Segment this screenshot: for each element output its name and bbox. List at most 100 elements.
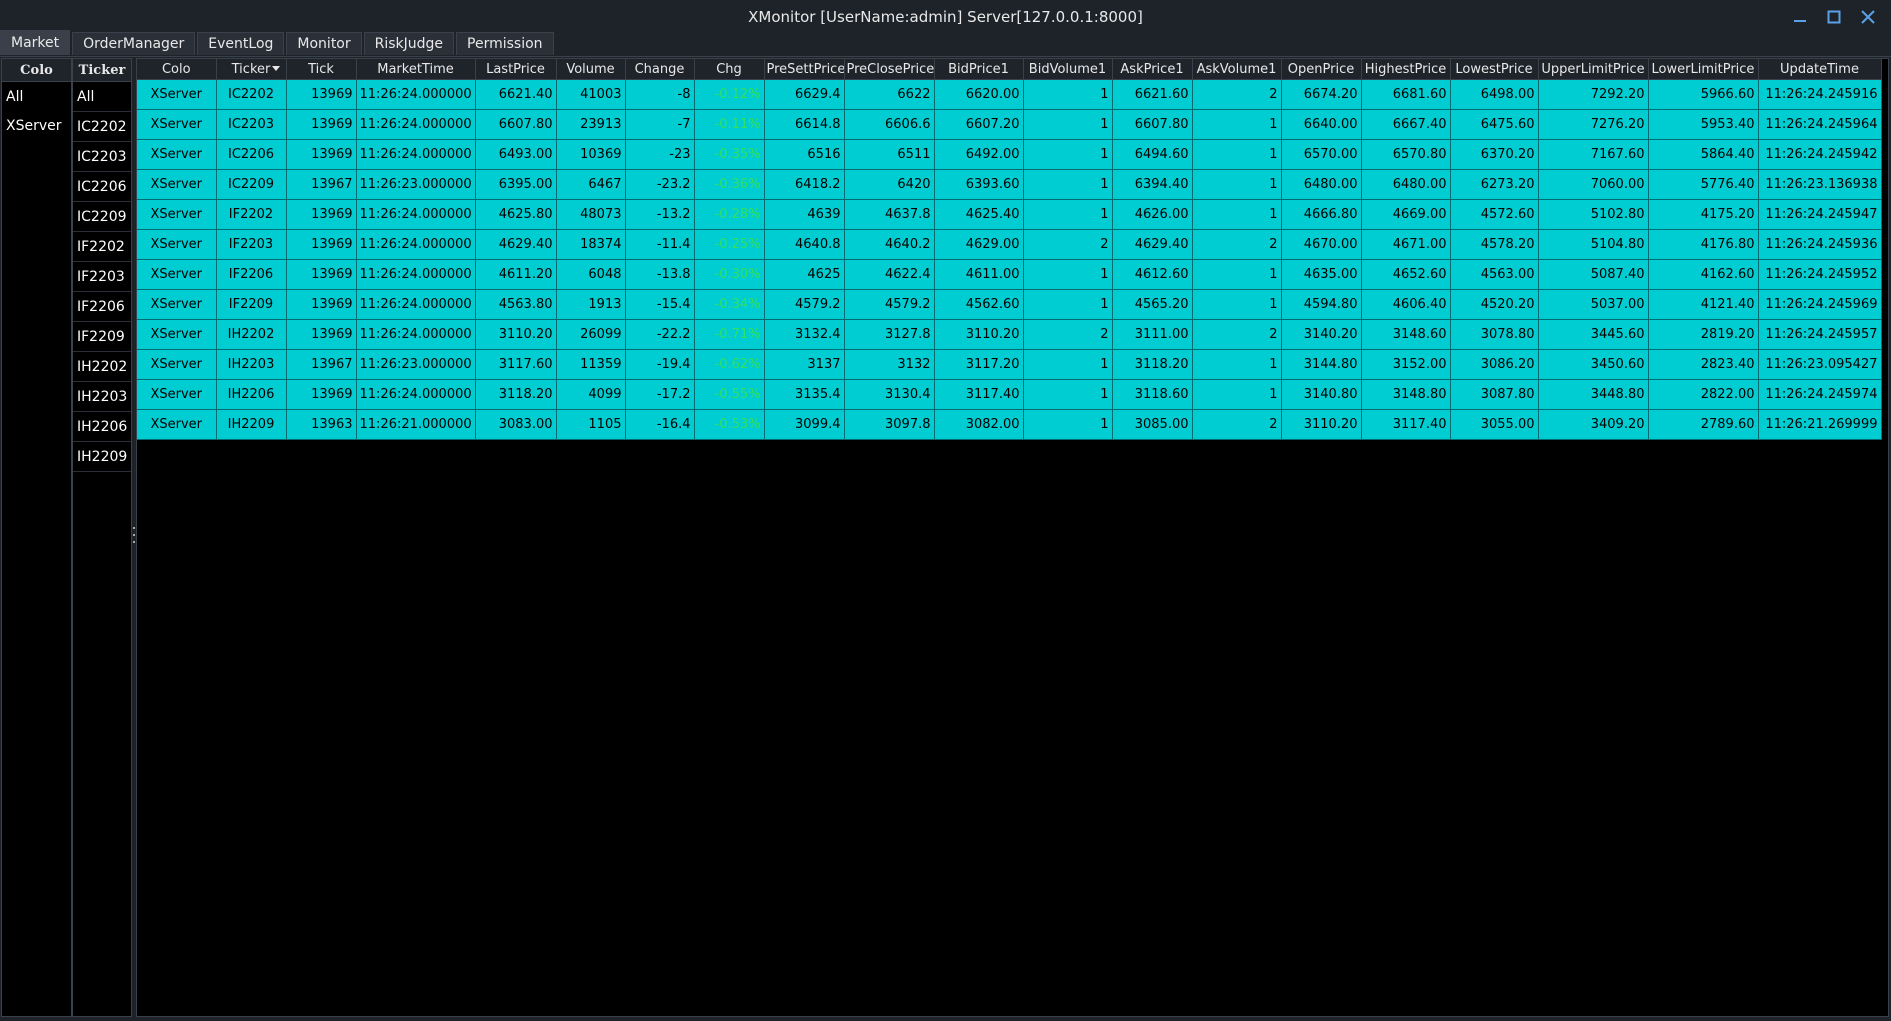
cell-bidprice1: 3110.20: [934, 319, 1024, 350]
table-row[interactable]: XServer IC2203 13969 11:26:24.000000 6607.80…: [137, 109, 1882, 140]
cell-highestprice: 4652.60: [1361, 259, 1451, 290]
column-header-bidvolume1[interactable]: BidVolume1: [1023, 59, 1113, 80]
column-header-updatetime[interactable]: UpdateTime: [1758, 59, 1882, 80]
market-data-table: Colo Ticker Tick MarketTime LastPrice Volume C…: [136, 58, 1889, 1017]
ticker-filter-item[interactable]: IF2203: [73, 262, 131, 292]
cell-markettime: 11:26:23.000000: [356, 349, 476, 380]
table-row[interactable]: XServer IF2203 13969 11:26:24.000000 4629.40…: [137, 229, 1882, 260]
ticker-filter-item[interactable]: IH2203: [73, 382, 131, 412]
ticker-filter-item[interactable]: IF2202: [73, 232, 131, 262]
cell-ticker: IC2203: [216, 109, 287, 140]
cell-markettime: 11:26:24.000000: [356, 259, 476, 290]
ticker-filter-item[interactable]: IC2206: [73, 172, 131, 202]
cell-upperlimitprice: 5037.00: [1538, 289, 1649, 320]
cell-askvolume1: 2: [1192, 409, 1282, 440]
table-row[interactable]: XServer IF2202 13969 11:26:24.000000 4625.80…: [137, 199, 1882, 230]
cell-ticker: IF2206: [216, 259, 287, 290]
cell-precloseprice: 4640.2: [844, 229, 935, 260]
cell-askprice1: 6494.60: [1112, 139, 1193, 170]
cell-lowestprice: 6370.20: [1450, 139, 1539, 170]
table-row[interactable]: XServer IH2209 13963 11:26:21.000000 3083.00…: [137, 409, 1882, 440]
ticker-filter-item[interactable]: IF2206: [73, 292, 131, 322]
cell-updatetime: 11:26:24.245969: [1758, 289, 1882, 320]
ticker-filter-item[interactable]: IH2206: [73, 412, 131, 442]
ticker-filter-item[interactable]: IH2202: [73, 352, 131, 382]
cell-precloseprice: 6606.6: [844, 109, 935, 140]
ticker-filter-item[interactable]: IC2203: [73, 142, 131, 172]
tab-eventlog[interactable]: EventLog: [197, 32, 285, 55]
colo-filter-item[interactable]: XServer: [2, 111, 71, 140]
column-header-lastprice[interactable]: LastPrice: [475, 59, 557, 80]
cell-bidvolume1: 1: [1023, 289, 1113, 320]
table-row[interactable]: XServer IF2206 13969 11:26:24.000000 4611.20…: [137, 259, 1882, 290]
window-title: XMonitor [UserName:admin] Server[127.0.0…: [748, 8, 1143, 26]
column-header-lowestprice[interactable]: LowestPrice: [1450, 59, 1539, 80]
cell-askprice1: 3111.00: [1112, 319, 1193, 350]
column-header-tick[interactable]: Tick: [286, 59, 357, 80]
column-header-askvolume1[interactable]: AskVolume1: [1192, 59, 1282, 80]
cell-bidprice1: 4562.60: [934, 289, 1024, 320]
ticker-filter-item[interactable]: IF2209: [73, 322, 131, 352]
column-header-lowerlimitprice[interactable]: LowerLimitPrice: [1648, 59, 1759, 80]
cell-colo: XServer: [137, 169, 217, 200]
table-row[interactable]: XServer IC2206 13969 11:26:24.000000 6493.00…: [137, 139, 1882, 170]
cell-updatetime: 11:26:24.245916: [1758, 79, 1882, 110]
cell-openprice: 3140.80: [1281, 379, 1362, 410]
cell-bidvolume1: 1: [1023, 409, 1113, 440]
table-row[interactable]: XServer IH2206 13969 11:26:24.000000 3118.20…: [137, 379, 1882, 410]
column-header-change[interactable]: Change: [625, 59, 695, 80]
cell-lowerlimitprice: 2822.00: [1648, 379, 1759, 410]
column-header-chg[interactable]: Chg: [694, 59, 765, 80]
cell-lowerlimitprice: 4121.40: [1648, 289, 1759, 320]
cell-ticker: IF2203: [216, 229, 287, 260]
cell-askprice1: 6621.60: [1112, 79, 1193, 110]
tab-riskjudge[interactable]: RiskJudge: [363, 32, 455, 55]
maximize-icon[interactable]: [1821, 4, 1847, 30]
column-header-ticker[interactable]: Ticker: [216, 59, 287, 80]
cell-updatetime: 11:26:24.245964: [1758, 109, 1882, 140]
ticker-filter-item[interactable]: IH2209: [73, 442, 131, 472]
table-row[interactable]: XServer IH2203 13967 11:26:23.000000 3117.60…: [137, 349, 1882, 380]
table-row[interactable]: XServer IH2202 13969 11:26:24.000000 3110.20…: [137, 319, 1882, 350]
cell-highestprice: 3148.80: [1361, 379, 1451, 410]
cell-volume: 1913: [556, 289, 626, 320]
cell-lastprice: 6607.80: [475, 109, 557, 140]
ticker-filter-item[interactable]: IC2202: [73, 112, 131, 142]
cell-chg: -0.71%: [694, 319, 765, 350]
table-row[interactable]: XServer IF2209 13969 11:26:24.000000 4563.80…: [137, 289, 1882, 320]
cell-lowerlimitprice: 2819.20: [1648, 319, 1759, 350]
column-header-bidprice1[interactable]: BidPrice1: [934, 59, 1024, 80]
column-header-precloseprice[interactable]: PreClosePrice: [844, 59, 935, 80]
cell-presettprice: 6516: [764, 139, 845, 170]
tab-market[interactable]: Market: [0, 30, 71, 55]
cell-change: -22.2: [625, 319, 695, 350]
cell-askprice1: 4612.60: [1112, 259, 1193, 290]
column-header-volume[interactable]: Volume: [556, 59, 626, 80]
table-row[interactable]: XServer IC2209 13967 11:26:23.000000 6395.00…: [137, 169, 1882, 200]
column-header-colo[interactable]: Colo: [137, 59, 217, 80]
cell-chg: -0.28%: [694, 199, 765, 230]
cell-highestprice: 3117.40: [1361, 409, 1451, 440]
ticker-filter-item[interactable]: All: [73, 82, 131, 112]
column-header-markettime[interactable]: MarketTime: [356, 59, 476, 80]
cell-askprice1: 3118.60: [1112, 379, 1193, 410]
cell-lastprice: 6621.40: [475, 79, 557, 110]
ticker-filter-item[interactable]: IC2209: [73, 202, 131, 232]
table-row[interactable]: XServer IC2202 13969 11:26:24.000000 6621.40…: [137, 79, 1882, 110]
column-header-highestprice[interactable]: HighestPrice: [1361, 59, 1451, 80]
column-header-upperlimitprice[interactable]: UpperLimitPrice: [1538, 59, 1649, 80]
close-icon[interactable]: [1855, 4, 1881, 30]
column-header-openprice[interactable]: OpenPrice: [1281, 59, 1362, 80]
cell-precloseprice: 3130.4: [844, 379, 935, 410]
cell-markettime: 11:26:23.000000: [356, 169, 476, 200]
column-header-presettprice[interactable]: PreSettPrice: [764, 59, 845, 80]
cell-upperlimitprice: 7276.20: [1538, 109, 1649, 140]
tab-monitor[interactable]: Monitor: [286, 32, 362, 55]
column-header-askprice1[interactable]: AskPrice1: [1112, 59, 1193, 80]
minimize-icon[interactable]: [1787, 4, 1813, 30]
cell-askvolume1: 2: [1192, 79, 1282, 110]
colo-filter-item[interactable]: All: [2, 82, 71, 111]
cell-tick: 13969: [286, 379, 357, 410]
tab-ordermanager[interactable]: OrderManager: [72, 32, 196, 55]
tab-permission[interactable]: Permission: [456, 32, 554, 55]
